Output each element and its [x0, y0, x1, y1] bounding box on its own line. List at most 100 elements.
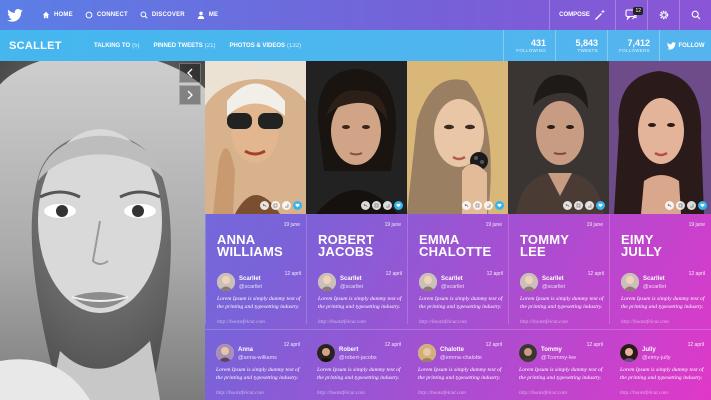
- nav-discover[interactable]: DISCOVER: [140, 11, 185, 19]
- tweet-author[interactable]: Scarllet: [340, 276, 362, 282]
- tweet-link[interactable]: http://bootstfelcut.com: [317, 390, 365, 396]
- tweet-handle[interactable]: @scarllet: [542, 284, 565, 290]
- contact-name[interactable]: ROBERT JACOBS: [318, 233, 408, 258]
- tweet-link[interactable]: http://bootstfelcut.com: [318, 319, 366, 325]
- name-card: 19 june TOMMY LEE Scarllet @scarllet 12 a…: [508, 214, 610, 325]
- contact-photo[interactable]: [609, 61, 711, 214]
- tweet-handle[interactable]: @Tcommy-lee: [541, 355, 576, 361]
- tweet-link[interactable]: http://bootstfelcut.com: [418, 390, 466, 396]
- stat-tweets[interactable]: 5,843 TWEETS: [555, 30, 607, 61]
- tweet-link[interactable]: http://bootstfelcut.com: [519, 390, 567, 396]
- tab-talking-to[interactable]: TALKING TO (5): [94, 43, 139, 49]
- tweet-author[interactable]: Scarllet: [542, 276, 564, 282]
- settings-button[interactable]: [647, 0, 679, 30]
- contact-name[interactable]: EMMA CHALOTTE: [419, 233, 509, 258]
- share-icon[interactable]: [383, 201, 392, 210]
- nav-connect[interactable]: CONNECT: [85, 11, 128, 19]
- tweet-link[interactable]: http://bootstfelcut.com: [217, 319, 265, 325]
- contact-name[interactable]: EIMY JULLY: [621, 233, 711, 258]
- name-card: 19 june EIMY JULLY Scarllet @scarllet 12 …: [609, 214, 711, 325]
- tab-pinned-tweets[interactable]: PINNED TWEETS (21): [153, 43, 215, 49]
- share-icon[interactable]: [484, 201, 493, 210]
- stat-followers[interactable]: 7,412 FOLLOWERS: [607, 30, 659, 61]
- tweet-link[interactable]: http://bootstfelcut.com: [419, 319, 467, 325]
- tweet-link[interactable]: http://bootstfelcut.com: [216, 390, 264, 396]
- contact-photo[interactable]: [306, 61, 407, 214]
- avatar[interactable]: [216, 344, 234, 362]
- retweet-icon[interactable]: [473, 201, 482, 210]
- avatar[interactable]: [520, 273, 538, 291]
- tweet-link[interactable]: http://bootstfelcut.com: [520, 319, 568, 325]
- tweet-handle[interactable]: @scarllet: [441, 284, 464, 290]
- tweet-author[interactable]: Scarllet: [441, 276, 463, 282]
- reply-icon[interactable]: [563, 201, 572, 210]
- contact-photo[interactable]: [508, 61, 609, 214]
- tweet-handle[interactable]: @anna-williams: [238, 355, 277, 361]
- heart-icon[interactable]: [293, 201, 302, 210]
- avatar[interactable]: [519, 344, 537, 362]
- tweet-author[interactable]: Chalotte: [440, 347, 464, 353]
- prev-arrow-button[interactable]: [179, 63, 201, 83]
- contact-photo[interactable]: [205, 61, 306, 214]
- tweet-date: 12 april: [486, 271, 503, 277]
- avatar[interactable]: [317, 344, 335, 362]
- nav-home[interactable]: HOME: [42, 11, 73, 19]
- tweet-handle[interactable]: @scarllet: [643, 284, 666, 290]
- tweet-link[interactable]: http://bootstfelcut.com: [621, 319, 669, 325]
- tweet-handle[interactable]: @scarllet: [239, 284, 262, 290]
- heart-icon[interactable]: [495, 201, 504, 210]
- follow-button[interactable]: FOLLOW: [659, 30, 711, 61]
- reply-icon[interactable]: [260, 201, 269, 210]
- contact-name[interactable]: TOMMY LEE: [520, 233, 610, 259]
- stat-label: FOLLOWING: [516, 48, 546, 53]
- tweet-author[interactable]: Anna: [238, 347, 253, 353]
- tab-count: (132): [287, 42, 302, 49]
- avatar[interactable]: [419, 273, 437, 291]
- tweet-author[interactable]: Jully: [642, 347, 656, 353]
- reply-icon[interactable]: [462, 201, 471, 210]
- name-line: WILLIAMS: [217, 244, 283, 259]
- tweet-author[interactable]: Robert: [339, 347, 358, 353]
- tab-photos-videos[interactable]: PHOTOS & VIDEOS (132): [229, 43, 301, 49]
- compose-button[interactable]: COMPOSE: [549, 0, 615, 30]
- tweet-author[interactable]: Tommy: [541, 347, 562, 353]
- avatar[interactable]: [318, 273, 336, 291]
- tweet-author[interactable]: Scarllet: [643, 276, 665, 282]
- avatar[interactable]: [217, 273, 235, 291]
- profile-column: 19 june ANNA WILLIAMS Scarllet @scarllet …: [205, 61, 306, 400]
- tweet-handle[interactable]: @robert-jacobs: [339, 355, 377, 361]
- tweet-handle[interactable]: @eimy-jully: [642, 355, 671, 361]
- stat-following[interactable]: 431 FOLLOWING: [503, 30, 555, 61]
- nav-me[interactable]: ME: [197, 11, 218, 19]
- heart-icon[interactable]: [698, 201, 707, 210]
- avatar[interactable]: [418, 344, 436, 362]
- retweet-icon[interactable]: [271, 201, 280, 210]
- name-line: LEE: [520, 244, 546, 259]
- search-icon: [691, 10, 700, 20]
- compose-label: COMPOSE: [559, 12, 590, 18]
- messages-button[interactable]: 12: [615, 0, 647, 30]
- nav-discover-label: DISCOVER: [151, 12, 185, 18]
- search-button[interactable]: [679, 0, 711, 30]
- tweet-handle[interactable]: @emma-chalotte: [440, 355, 482, 361]
- reply-icon[interactable]: [665, 201, 674, 210]
- share-icon[interactable]: [282, 201, 291, 210]
- heart-icon[interactable]: [596, 201, 605, 210]
- reply-icon[interactable]: [361, 201, 370, 210]
- contact-name[interactable]: ANNA WILLIAMS: [217, 233, 307, 259]
- share-icon[interactable]: [585, 201, 594, 210]
- retweet-icon[interactable]: [676, 201, 685, 210]
- share-icon[interactable]: [687, 201, 696, 210]
- heart-icon[interactable]: [394, 201, 403, 210]
- retweet-icon[interactable]: [574, 201, 583, 210]
- twitter-logo-icon[interactable]: [0, 0, 30, 30]
- tweet-handle[interactable]: @scarllet: [340, 284, 363, 290]
- avatar[interactable]: [620, 344, 638, 362]
- tweet-link[interactable]: http://bootstfelcut.com: [620, 390, 668, 396]
- avatar[interactable]: [621, 273, 639, 291]
- next-arrow-button[interactable]: [179, 85, 201, 105]
- tweet-author[interactable]: Scarllet: [239, 276, 261, 282]
- stat-value: 7,412: [627, 38, 650, 48]
- retweet-icon[interactable]: [372, 201, 381, 210]
- contact-photo[interactable]: [407, 61, 508, 214]
